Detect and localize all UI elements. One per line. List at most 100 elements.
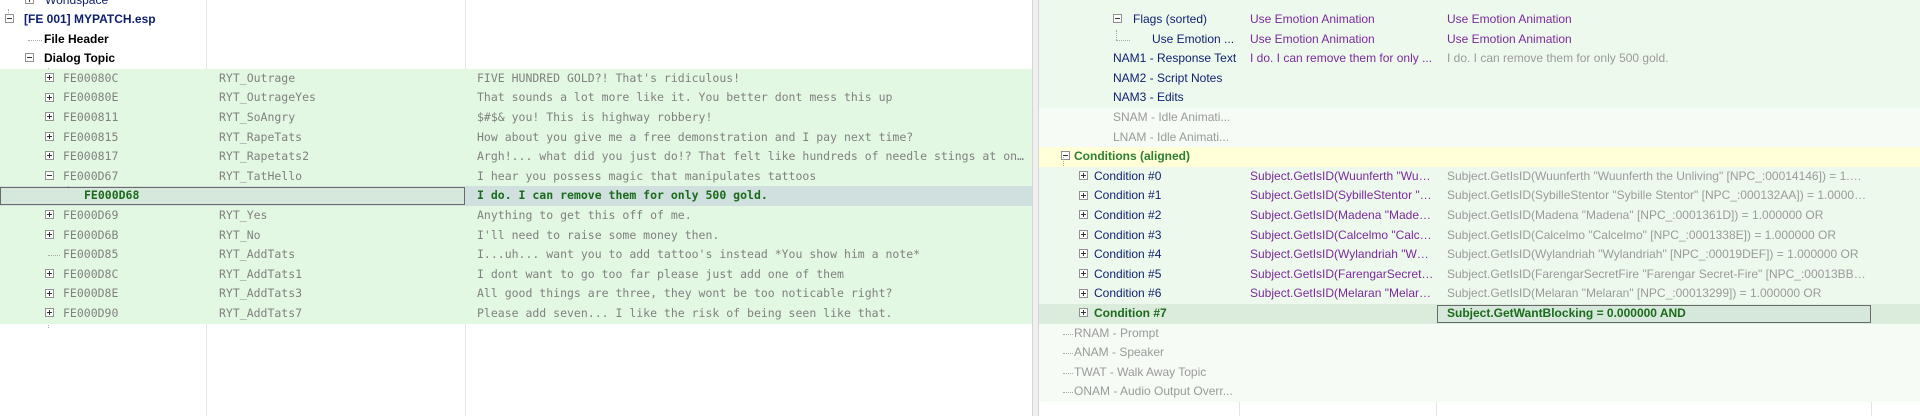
expand-icon[interactable] — [44, 308, 54, 318]
expand-icon[interactable] — [1078, 171, 1088, 181]
expand-icon[interactable] — [1078, 308, 1088, 318]
condition-label: Condition #7 — [1094, 306, 1167, 320]
condition-value-patch: Subject.GetIsID(Madena "Maden... — [1250, 208, 1434, 222]
condition-value-patch: Subject.GetIsID(Melaran "Melara... — [1250, 286, 1434, 301]
expand-icon[interactable] — [44, 112, 54, 122]
collapse-icon[interactable] — [1060, 151, 1070, 161]
topic-text: FIVE HUNDRED GOLD?! That's ridiculous! — [477, 70, 741, 85]
expand-icon[interactable] — [24, 0, 34, 5]
topic-row[interactable]: FE000D90 RYT_AddTats7 Please add seven..… — [0, 304, 1032, 324]
form-id: FE000D90 — [63, 306, 119, 320]
condition-value-patch: Subject.GetIsID(SybilleStentor "S... — [1250, 188, 1434, 203]
form-id: FE000D69 — [63, 208, 119, 222]
record-row-nam2[interactable]: NAM2 - Script Notes — [1039, 68, 1920, 89]
record-row-nam1[interactable]: NAM1 - Response Text I do. I can remove … — [1039, 49, 1920, 69]
collapse-icon[interactable] — [24, 53, 34, 63]
form-id: FE000D8C — [63, 266, 119, 281]
pane-splitter[interactable] — [1032, 0, 1039, 416]
record-row-nam3[interactable]: NAM3 - Edits — [1039, 88, 1920, 108]
tree-row-dialog-topic[interactable]: Dialog Topic — [0, 49, 1032, 69]
expand-icon[interactable] — [44, 73, 54, 83]
form-id: FE000D6B — [63, 227, 119, 242]
conditions-header[interactable]: Conditions (aligned) — [1039, 147, 1920, 167]
topic-row[interactable]: FE000D8E RYT_AddTats3 All good things ar… — [0, 284, 1032, 304]
record-row-anam[interactable]: ANAM - Speaker — [1039, 343, 1920, 363]
topic-row-selected[interactable]: FE000D68 FE000D68 I do. I can remove the… — [0, 186, 1032, 206]
topic-row[interactable]: FE000817 RYT_Rapetats2 Argh!... what did… — [0, 147, 1032, 167]
expand-icon[interactable] — [1078, 288, 1088, 298]
record-row-onam[interactable]: ONAM - Audio Output Overr... — [1039, 382, 1920, 402]
record-row-flag-item[interactable]: Use Emotion ... Use Emotion Animation Us… — [1039, 29, 1920, 50]
condition-value-patch: Subject.GetIsID(Wuunferth "Wuu... — [1250, 168, 1434, 183]
condition-row[interactable]: Condition #0 Subject.GetIsID(Wuunferth "… — [1039, 166, 1920, 187]
tree-row-file-header[interactable]: File Header — [0, 30, 1032, 50]
condition-row[interactable]: Condition #5 Subject.GetIsID(FarengarSec… — [1039, 264, 1920, 285]
collapse-icon[interactable] — [4, 14, 14, 24]
record-row-snam[interactable]: SNAM - Idle Animati... — [1039, 108, 1920, 128]
topic-row[interactable]: FE00080E RYT_OutrageYes That sounds a lo… — [0, 88, 1032, 108]
expand-icon[interactable] — [1078, 229, 1088, 239]
editor-id: RYT_AddTats — [219, 247, 296, 262]
condition-value-master: Subject.GetIsID(SybilleStentor "Sybille … — [1447, 188, 1867, 203]
editor-id: RYT_RapeTats — [219, 129, 303, 144]
topic-text: $#$& you! This is highway robbery! — [477, 110, 713, 124]
form-id: FE00080C — [63, 70, 119, 85]
condition-row[interactable]: Condition #6 Subject.GetIsID(Melaran "Me… — [1039, 284, 1920, 304]
field-label: RNAM - Prompt — [1074, 325, 1159, 340]
expand-icon[interactable] — [44, 151, 54, 161]
editor-id: RYT_SoAngry — [219, 110, 296, 124]
topic-row[interactable]: FE000D6B RYT_No I'll need to raise some … — [0, 225, 1032, 246]
topic-row[interactable]: FE000D85 RYT_AddTats I...uh... want you … — [0, 245, 1032, 265]
expand-icon[interactable] — [1078, 249, 1088, 259]
field-value-master: Use Emotion Animation — [1447, 31, 1572, 46]
record-row-lnam[interactable]: LNAM - Idle Animati... — [1039, 127, 1920, 148]
expand-icon[interactable] — [44, 269, 54, 279]
expand-icon[interactable] — [1078, 210, 1088, 220]
condition-value-master: Subject.GetIsID(FarengarSecretFire "Fare… — [1447, 266, 1867, 281]
topic-row[interactable]: FE000D69 RYT_Yes Anything to get this of… — [0, 206, 1032, 226]
dialog-topic-label: Dialog Topic — [44, 51, 116, 66]
condition-row[interactable]: Condition #1 Subject.GetIsID(SybilleSten… — [1039, 186, 1920, 206]
record-row-rnam[interactable]: RNAM - Prompt — [1039, 323, 1920, 344]
field-label: TWAT - Walk Away Topic — [1074, 364, 1207, 379]
collapse-icon[interactable] — [44, 171, 54, 181]
condition-value-master: Subject.GetIsID(Melaran "Melaran" [NPC_:… — [1447, 286, 1822, 301]
field-value-master: Use Emotion Animation — [1447, 12, 1572, 26]
expand-icon[interactable] — [44, 92, 54, 102]
plugin-label: [FE 001] MYPATCH.esp — [24, 12, 156, 26]
expand-icon[interactable] — [44, 131, 54, 141]
topic-row[interactable]: FE000D8C RYT_AddTats1 I dont want to go … — [0, 264, 1032, 285]
form-id: FE000811 — [63, 110, 119, 124]
expand-icon[interactable] — [1078, 190, 1088, 200]
tree-row-worldspace[interactable]: Worldspace — [0, 0, 1032, 11]
field-label: NAM1 - Response Text — [1113, 51, 1237, 66]
condition-row-selected[interactable]: Condition #7 Subject.GetWantBlocking = 0… — [1039, 304, 1920, 324]
topic-row[interactable]: FE000D67 RYT_TatHello I hear you possess… — [0, 166, 1032, 187]
expand-icon[interactable] — [44, 288, 54, 298]
condition-row[interactable]: Condition #3 Subject.GetIsID(Calcelmo "C… — [1039, 225, 1920, 246]
condition-value-master: Subject.GetIsID(Madena "Madena" [NPC_:00… — [1447, 208, 1824, 222]
record-view-pane[interactable]: Flags (sorted) Use Emotion Animation Use… — [1039, 0, 1920, 416]
record-row-twat[interactable]: TWAT - Walk Away Topic — [1039, 362, 1920, 383]
conditions-label: Conditions (aligned) — [1074, 149, 1190, 164]
editor-id: RYT_Outrage — [219, 70, 296, 85]
condition-value-patch: Subject.GetIsID(Wylandriah "Wyl... — [1250, 247, 1434, 262]
condition-row[interactable]: Condition #4 Subject.GetIsID(Wylandriah … — [1039, 245, 1920, 265]
condition-row[interactable]: Condition #2 Subject.GetIsID(Madena "Mad… — [1039, 206, 1920, 226]
form-id: FE000D8E — [63, 286, 119, 301]
expand-icon[interactable] — [44, 229, 54, 239]
topic-row[interactable]: FE000811 RYT_SoAngry $#$& you! This is h… — [0, 108, 1032, 128]
editor-id: RYT_AddTats1 — [219, 266, 303, 281]
topic-text: Argh!... what did you just do!? That fel… — [477, 149, 1027, 164]
condition-value-patch: Subject.GetIsID(FarengarSecretFi... — [1250, 266, 1434, 281]
topic-row[interactable]: FE00080C RYT_Outrage FIVE HUNDRED GOLD?!… — [0, 68, 1032, 89]
collapse-icon[interactable] — [1112, 14, 1122, 24]
topic-text: I dont want to go too far please just ad… — [477, 266, 844, 281]
record-tree-pane[interactable]: Worldspace [FE 001] MYPATCH.esp File Hea… — [0, 0, 1032, 416]
record-row-flags[interactable]: Flags (sorted) Use Emotion Animation Use… — [1039, 10, 1920, 30]
expand-icon[interactable] — [1078, 269, 1088, 279]
expand-icon[interactable] — [44, 210, 54, 220]
editor-id: RYT_OutrageYes — [219, 90, 316, 105]
tree-row-plugin[interactable]: [FE 001] MYPATCH.esp — [0, 10, 1032, 30]
topic-row[interactable]: FE000815 RYT_RapeTats How about you give… — [0, 127, 1032, 148]
